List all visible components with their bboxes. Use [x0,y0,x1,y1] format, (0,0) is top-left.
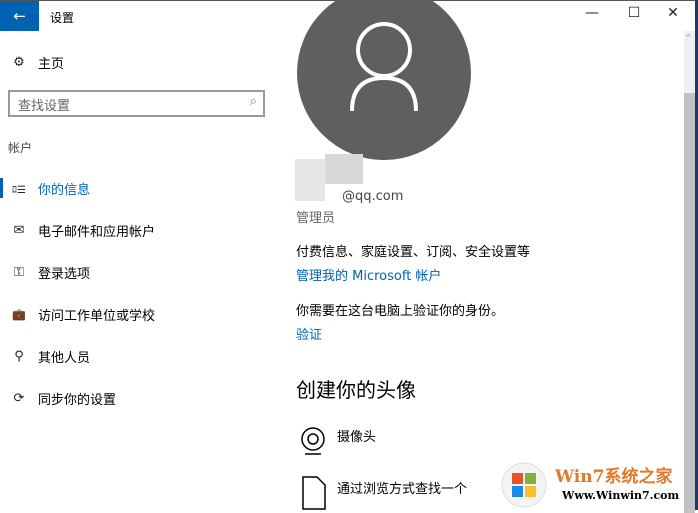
billing-text: 付费信息、家庭设置、订阅、安全设置等 [296,245,531,260]
back-button[interactable]: ← [0,1,39,31]
account-role: 管理员 [296,211,336,226]
sidebar-item-email-accounts[interactable]: ✉ 电子邮件和应用帐户 [0,221,155,240]
sync-icon: ⟳ [13,391,25,406]
item-label: 同步你的设置 [38,393,117,408]
person-list-icon: ﾛ☰ [12,185,26,196]
section-label: 帐户 [8,141,33,155]
item-label: 登录选项 [38,267,91,282]
sidebar-item-other-people[interactable]: ⚲ 其他人员 [0,347,90,366]
item-label: 你的信息 [38,183,91,198]
verify-link[interactable]: 验证 [296,324,322,343]
avatar [297,0,471,160]
close-button[interactable]: ✕ [658,5,688,27]
account-email: @qq.com [342,189,404,204]
key-icon: ⚿ [14,265,24,280]
maximize-button[interactable]: ☐ [619,5,649,27]
browse-label: 通过浏览方式查找一个 [337,482,468,497]
window-title: 设置 [50,11,75,25]
file-icon [302,476,326,510]
sidebar-item-work-school[interactable]: 💼 访问工作单位或学校 [0,305,155,324]
item-label: 访问工作单位或学校 [38,309,156,324]
sidebar-item-sync[interactable]: ⟳ 同步你的设置 [0,389,116,408]
verify-text: 你需要在这台电脑上验证你的身份。 [296,304,505,319]
blurred-name [295,159,325,201]
scrollbar-thumb[interactable] [684,93,695,513]
watermark-url: Www.Winwin7.com [562,489,680,502]
manage-account-link[interactable]: 管理我的 Microsoft 帐户 [296,265,441,284]
search-icon: ⌕ [249,94,257,109]
home-label: 主页 [38,57,65,72]
back-arrow-icon: ← [13,7,26,25]
item-label: 电子邮件和应用帐户 [38,225,156,240]
camera-icon [301,427,325,455]
windows-logo-icon [501,462,547,508]
sidebar-item-your-info[interactable]: ﾛ☰ 你的信息 [0,179,90,198]
person-add-icon: ⚲ [14,349,24,364]
sidebar-item-sign-in-options[interactable]: ⚿ 登录选项 [0,263,90,282]
blurred-name-2 [325,154,363,184]
search-input[interactable]: 查找设置 ⌕ [8,90,265,117]
minimize-button[interactable]: — [577,5,607,27]
scroll-up-icon[interactable]: ^ [685,33,692,42]
user-silhouette-icon [350,22,418,112]
camera-label: 摄像头 [337,430,377,445]
avatar-heading: 创建你的头像 [296,378,416,402]
scrollbar[interactable]: ^ [684,31,695,513]
settings-window: ← 设置 — ☐ ✕ ⚙ 主页 查找设置 ⌕ 帐户 ﾛ☰ 你的信息 ✉ 电子邮件… [0,0,698,513]
watermark-brand: Win7系统之家 [555,467,673,487]
sidebar-item-home[interactable]: ⚙ 主页 [0,53,64,72]
mail-icon: ✉ [13,223,25,238]
item-label: 其他人员 [38,351,91,366]
briefcase-icon: 💼 [12,308,26,321]
search-placeholder: 查找设置 [18,99,71,114]
gear-icon: ⚙ [13,55,25,70]
watermark: Win7系统之家 Www.Winwin7.com [500,459,695,511]
